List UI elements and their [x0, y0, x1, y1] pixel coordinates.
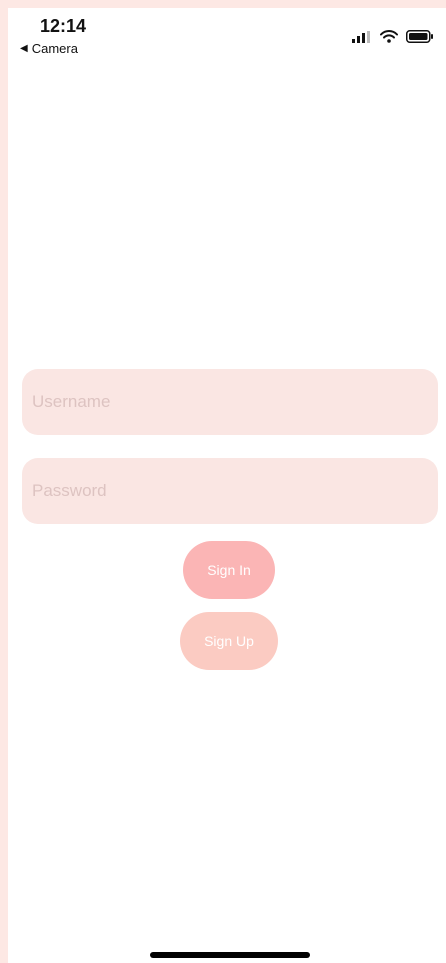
password-field[interactable]: [22, 458, 438, 524]
back-to-camera-link[interactable]: ◀ Camera: [20, 41, 78, 56]
sign-up-button[interactable]: Sign Up: [180, 612, 278, 670]
back-triangle-icon: ◀: [20, 42, 28, 54]
signal-icon: [352, 30, 370, 43]
battery-icon: [406, 30, 433, 43]
wifi-icon: [380, 30, 398, 43]
status-time: 12:14: [40, 16, 87, 36]
app-screen: 12:14 ◀ Camera Si: [0, 0, 446, 963]
username-field[interactable]: [22, 369, 438, 435]
sign-in-button[interactable]: Sign In: [183, 541, 275, 599]
main-content: 12:14 ◀ Camera Si: [8, 8, 446, 963]
home-indicator: [150, 952, 310, 958]
back-label: Camera: [31, 41, 78, 56]
status-icons: [352, 30, 434, 43]
